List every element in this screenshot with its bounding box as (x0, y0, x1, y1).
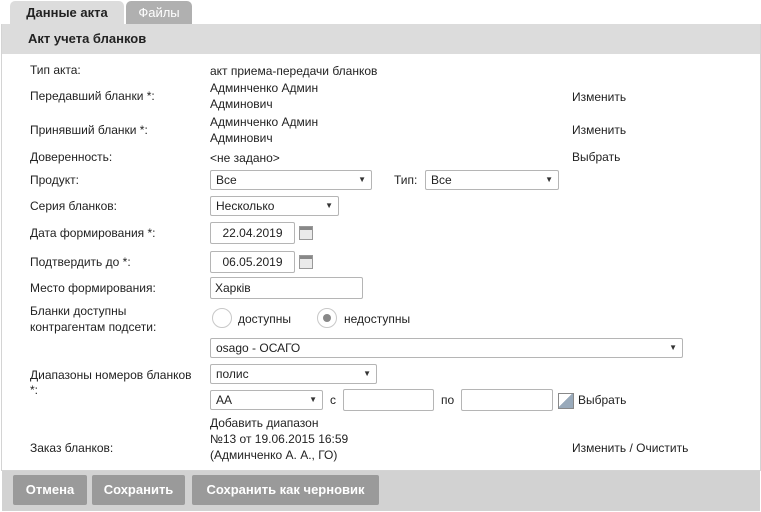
date-formed-label: Дата формирования *: (30, 226, 156, 240)
date-formed-input[interactable]: 22.04.2019 (210, 222, 295, 244)
receiver-label: Принявший бланки *: (30, 123, 148, 137)
sender-value-line2: Админович (210, 97, 273, 111)
receiver-value-line2: Админович (210, 131, 273, 145)
sender-value: Админченко Админ Админович (210, 80, 318, 112)
place-input[interactable]: Харків (210, 277, 363, 299)
proxy-select-link[interactable]: Выбрать (572, 150, 620, 164)
ranges-label-line1: Диапазоны номеров бланков (30, 368, 192, 382)
chevron-down-icon: ▼ (358, 175, 366, 184)
receiver-value: Админченко Админ Админович (210, 114, 318, 146)
tab-bar: Данные акта Файлы (0, 0, 761, 25)
doc-type-select[interactable]: полис ▼ (210, 364, 377, 384)
sender-value-line1: Админченко Админ (210, 81, 319, 95)
product-label: Продукт: (30, 173, 79, 187)
confirm-until-label: Подтвердить до *: (30, 255, 131, 269)
range-pick-link[interactable]: Выбрать (578, 393, 626, 407)
order-value: №13 от 19.06.2015 16:59 (Админченко А. А… (210, 431, 348, 463)
range-series-value: АА (216, 393, 233, 407)
proxy-label: Доверенность: (30, 150, 113, 164)
tab-files[interactable]: Файлы (126, 1, 192, 24)
panel-title: Акт учета бланков (28, 31, 147, 46)
chevron-down-icon: ▼ (325, 201, 333, 210)
picker-icon[interactable] (558, 393, 574, 409)
calendar-icon[interactable] (299, 226, 313, 240)
receiver-change-link[interactable]: Изменить (572, 123, 626, 137)
act-type-value: акт приема-передачи бланков (210, 64, 378, 78)
type-label: Тип: (394, 173, 418, 187)
order-change-clear-link[interactable]: Изменить / Очистить (572, 441, 688, 455)
insurance-product-value: osago - ОСАГО (216, 341, 301, 355)
calendar-icon[interactable] (299, 255, 313, 269)
insurance-product-select[interactable]: osago - ОСАГО ▼ (210, 338, 683, 358)
range-to-input[interactable] (461, 389, 553, 411)
order-value-line2: (Админченко А. А., ГО) (210, 448, 338, 462)
radio-unavailable[interactable] (317, 308, 337, 328)
radio-available-label: доступны (238, 312, 292, 326)
range-series-select[interactable]: АА ▼ (210, 390, 323, 410)
availability-label: Бланки доступны контрагентам подсети: (30, 303, 156, 335)
series-label: Серия бланков: (30, 199, 117, 213)
availability-label-line1: Бланки доступны (30, 304, 127, 318)
series-select-value: Несколько (216, 199, 275, 213)
add-range-link[interactable]: Добавить диапазон (210, 416, 318, 430)
act-type-label: Тип акта: (30, 63, 81, 77)
ranges-label-line2: *: (30, 383, 39, 397)
cancel-button[interactable]: Отмена (13, 475, 87, 505)
receiver-value-line1: Админченко Админ (210, 115, 319, 129)
order-value-line1: №13 от 19.06.2015 16:59 (210, 432, 349, 446)
panel-header: Акт учета бланков (2, 24, 760, 54)
range-from-label: с (330, 393, 336, 407)
sender-change-link[interactable]: Изменить (572, 90, 626, 104)
type-select-value: Все (431, 173, 452, 187)
tab-act-data[interactable]: Данные акта (10, 1, 124, 24)
series-select[interactable]: Несколько ▼ (210, 196, 339, 216)
radio-available[interactable] (212, 308, 232, 328)
type-select[interactable]: Все ▼ (425, 170, 559, 190)
save-button[interactable]: Сохранить (92, 475, 185, 505)
doc-type-value: полис (216, 367, 249, 381)
product-select-value: Все (216, 173, 237, 187)
product-select[interactable]: Все ▼ (210, 170, 372, 190)
place-label: Место формирования: (30, 281, 156, 295)
save-draft-button[interactable]: Сохранить как черновик (192, 475, 379, 505)
chevron-down-icon: ▼ (669, 343, 677, 352)
ranges-label: Диапазоны номеров бланков *: (30, 368, 192, 398)
availability-label-line2: контрагентам подсети: (30, 320, 157, 334)
proxy-value: <не задано> (210, 151, 280, 165)
confirm-until-input[interactable]: 06.05.2019 (210, 251, 295, 273)
range-to-label: по (441, 393, 455, 407)
radio-unavailable-label: недоступны (344, 312, 411, 326)
chevron-down-icon: ▼ (545, 175, 553, 184)
range-from-input[interactable] (343, 389, 434, 411)
order-label: Заказ бланков: (30, 441, 114, 455)
chevron-down-icon: ▼ (309, 395, 317, 404)
sender-label: Передавший бланки *: (30, 89, 155, 103)
chevron-down-icon: ▼ (363, 369, 371, 378)
